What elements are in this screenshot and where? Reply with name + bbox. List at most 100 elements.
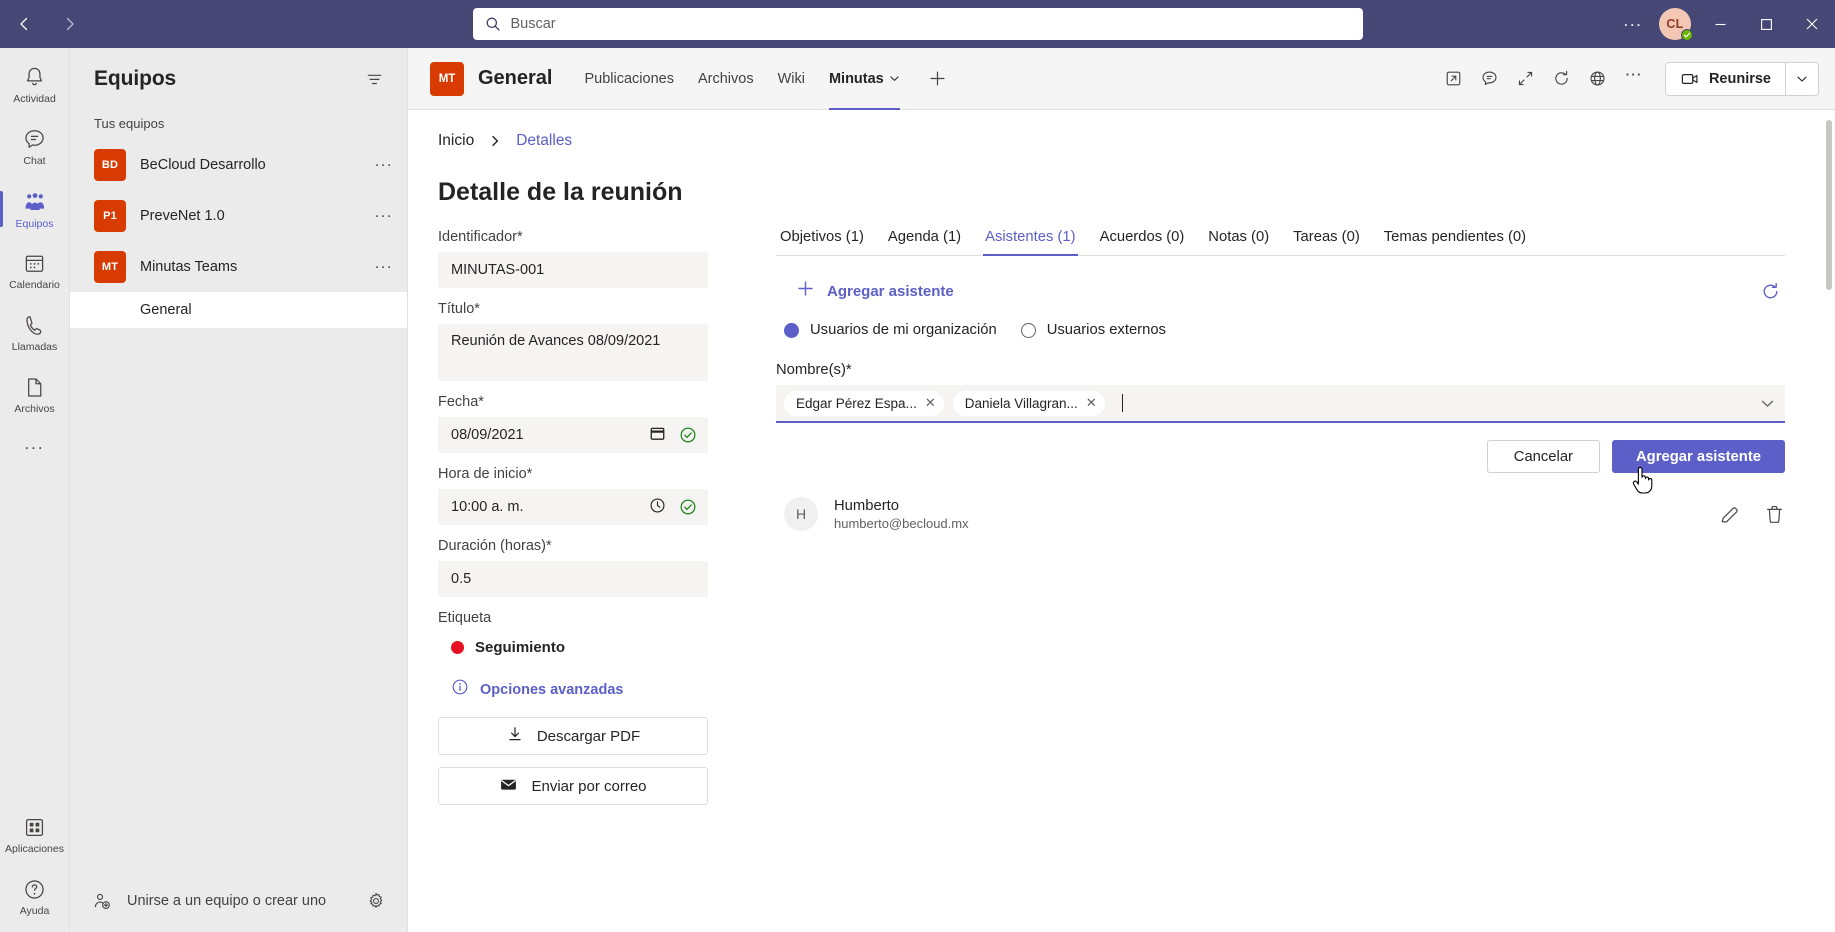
team-row-minutas-teams[interactable]: MT Minutas Teams ... bbox=[70, 241, 407, 292]
manage-teams-button[interactable] bbox=[361, 886, 391, 916]
channel-header: MT General Publicaciones Archivos Wiki M… bbox=[408, 48, 1835, 110]
tab-agenda[interactable]: Agenda (1) bbox=[876, 229, 973, 255]
info-icon bbox=[451, 678, 469, 701]
back-button[interactable] bbox=[8, 8, 40, 40]
settings-more-button[interactable]: ... bbox=[1613, 0, 1653, 48]
calendar-icon[interactable] bbox=[649, 425, 666, 446]
tab-label: Minutas bbox=[828, 70, 884, 87]
send-email-button[interactable]: Enviar por correo bbox=[438, 767, 708, 805]
vertical-scrollbar[interactable] bbox=[1823, 110, 1835, 932]
calendar-icon bbox=[25, 255, 44, 272]
rail-item-calendario[interactable]: Calendario bbox=[0, 240, 70, 302]
names-text-entry[interactable] bbox=[1114, 394, 1751, 412]
search-box[interactable] bbox=[472, 8, 1363, 40]
tab-tareas[interactable]: Tareas (0) bbox=[1281, 229, 1372, 255]
ellipsis-icon: ⋯ bbox=[1624, 65, 1644, 84]
page-title-equipos: Equipos bbox=[94, 67, 177, 90]
radio-dot-selected bbox=[784, 322, 799, 338]
tab-asistentes[interactable]: Asistentes (1) bbox=[973, 229, 1087, 256]
rail-item-label: Ayuda bbox=[19, 905, 50, 917]
maximize-icon bbox=[1760, 18, 1772, 30]
meet-dropdown-button[interactable] bbox=[1785, 61, 1819, 96]
rail-more-button[interactable]: ... bbox=[0, 426, 70, 470]
tab-wiki[interactable]: Wiki bbox=[766, 48, 817, 110]
field-hora-inicio[interactable]: 10:00 a. m. bbox=[438, 489, 708, 525]
teams-panel: Equipos Tus equipos BD BeCloud Desarroll… bbox=[70, 48, 408, 932]
breadcrumb-detalles[interactable]: Detalles bbox=[516, 132, 572, 150]
maximize-button[interactable] bbox=[1743, 0, 1789, 48]
field-fecha[interactable]: 08/09/2021 bbox=[438, 417, 708, 453]
rail-item-actividad[interactable]: Actividad bbox=[0, 54, 70, 116]
rail-item-chat[interactable]: Chat bbox=[0, 116, 70, 178]
forward-button[interactable] bbox=[54, 8, 86, 40]
field-label-hora-inicio: Hora de inicio* bbox=[438, 466, 533, 482]
add-attendee-button[interactable]: Agregar asistente bbox=[1611, 440, 1785, 494]
tab-minutas[interactable]: Minutas bbox=[817, 48, 912, 110]
delete-attendee-button[interactable] bbox=[1764, 504, 1785, 525]
chip-remove-icon[interactable]: ✕ bbox=[1086, 395, 1097, 411]
tab-notas[interactable]: Notas (0) bbox=[1196, 229, 1281, 255]
team-row-becloud-desarrollo[interactable]: BD BeCloud Desarrollo ... bbox=[70, 139, 407, 190]
more-options-button[interactable]: ⋯ bbox=[1617, 62, 1651, 96]
tab-archivos[interactable]: Archivos bbox=[686, 48, 766, 110]
website-button[interactable] bbox=[1581, 62, 1615, 96]
team-row-prevenet-1-0[interactable]: P1 PreveNet 1.0 ... bbox=[70, 190, 407, 241]
names-dropdown-button[interactable] bbox=[1760, 396, 1775, 411]
field-duracion[interactable]: 0.5 bbox=[438, 561, 708, 597]
tab-temas-pendientes[interactable]: Temas pendientes (0) bbox=[1372, 229, 1538, 255]
list-item[interactable]: H Humberto humberto@becloud.mx bbox=[776, 473, 1785, 531]
add-tab-button[interactable] bbox=[920, 61, 956, 97]
filter-button[interactable] bbox=[359, 64, 389, 94]
minimize-icon bbox=[1715, 23, 1725, 25]
avatar[interactable]: CL bbox=[1653, 0, 1697, 48]
breadcrumb-inicio[interactable]: Inicio bbox=[438, 132, 474, 150]
chip-daniela-villagran[interactable]: Daniela Villagran... ✕ bbox=[952, 390, 1105, 416]
chevron-left-icon bbox=[20, 17, 28, 31]
scrollbar-thumb[interactable] bbox=[1826, 120, 1832, 290]
tab-publicaciones[interactable]: Publicaciones bbox=[572, 48, 685, 110]
field-identificador[interactable]: MINUTAS-001 bbox=[438, 252, 708, 288]
check-circle-icon bbox=[679, 426, 697, 444]
channel-row-general[interactable]: General bbox=[70, 292, 407, 328]
gear-icon bbox=[369, 892, 383, 908]
add-attendee-link[interactable]: Agregar asistente bbox=[776, 279, 954, 303]
advanced-options-label: Opciones avanzadas bbox=[480, 681, 624, 698]
chip-edgar-perez[interactable]: Edgar Pérez Espa... ✕ bbox=[784, 390, 944, 416]
field-titulo[interactable]: Reunión de Avances 08/09/2021 bbox=[438, 324, 708, 381]
detail-columns: Identificador* MINUTAS-001 Título* Reuni… bbox=[408, 207, 1823, 932]
meet-button[interactable]: Reunirse bbox=[1664, 61, 1785, 96]
download-pdf-button[interactable]: Descargar PDF bbox=[438, 717, 708, 755]
rail-item-aplicaciones[interactable]: Aplicaciones bbox=[0, 804, 70, 866]
refresh-button[interactable] bbox=[1545, 62, 1579, 96]
rail-item-equipos[interactable]: Equipos bbox=[0, 178, 70, 240]
attendee-info: Humberto humberto@becloud.mx bbox=[834, 498, 969, 531]
edit-attendee-button[interactable] bbox=[1719, 504, 1740, 525]
rail-item-llamadas[interactable]: Llamadas bbox=[0, 302, 70, 364]
close-button[interactable] bbox=[1789, 0, 1835, 48]
refresh-attendees-button[interactable] bbox=[1755, 276, 1785, 306]
tab-acuerdos[interactable]: Acuerdos (0) bbox=[1088, 229, 1197, 255]
rail-item-ayuda[interactable]: Ayuda bbox=[0, 866, 70, 928]
conversation-button[interactable] bbox=[1473, 62, 1507, 96]
tab-objetivos[interactable]: Objetivos (1) bbox=[776, 229, 876, 255]
radio-usuarios-organizacion[interactable]: Usuarios de mi organización bbox=[784, 322, 997, 338]
channel-title: General bbox=[478, 67, 553, 89]
meet-button-group: Reunirse bbox=[1664, 61, 1819, 96]
team-more-options-button[interactable]: ... bbox=[375, 153, 393, 177]
team-more-options-button[interactable]: ... bbox=[375, 255, 393, 279]
chip-remove-icon[interactable]: ✕ bbox=[925, 395, 936, 411]
minimize-button[interactable] bbox=[1697, 0, 1743, 48]
clock-icon[interactable] bbox=[649, 497, 666, 518]
pop-out-button[interactable] bbox=[1437, 62, 1471, 96]
search-input[interactable] bbox=[510, 16, 1351, 32]
expand-button[interactable] bbox=[1509, 62, 1543, 96]
names-input[interactable]: Edgar Pérez Espa... ✕ Daniela Villagran.… bbox=[776, 385, 1785, 423]
radio-usuarios-externos[interactable]: Usuarios externos bbox=[1020, 322, 1166, 338]
chevron-down-icon bbox=[1797, 76, 1807, 82]
advanced-options-link[interactable]: Opciones avanzadas bbox=[438, 678, 708, 701]
rail-item-archivos[interactable]: Archivos bbox=[0, 364, 70, 426]
join-or-create-team-button[interactable]: Unirse a un equipo o crear uno bbox=[92, 891, 326, 912]
field-value: MINUTAS-001 bbox=[451, 262, 545, 278]
team-more-options-button[interactable]: ... bbox=[375, 204, 393, 228]
cancel-button[interactable]: Cancelar bbox=[1486, 440, 1600, 473]
